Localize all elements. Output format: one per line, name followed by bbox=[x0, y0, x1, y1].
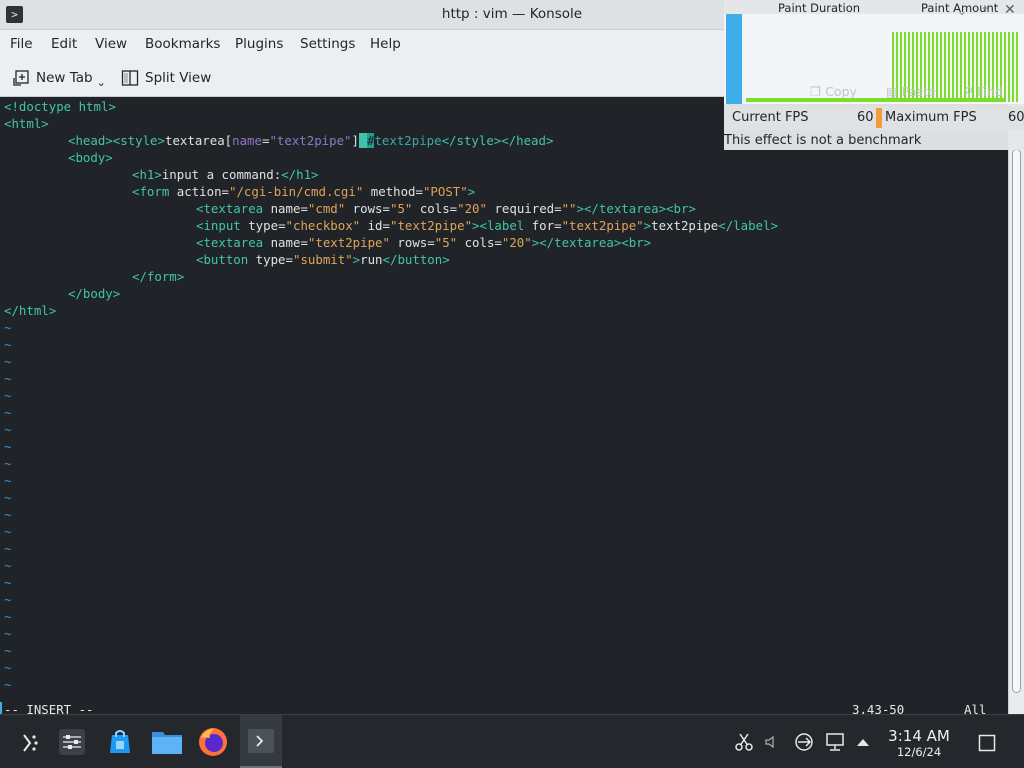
code-line-7: <textarea name="cmd" rows="5" cols="20" … bbox=[196, 201, 696, 216]
empty-line-tilde: ~ bbox=[4, 592, 12, 607]
terminal-scrollbar[interactable] bbox=[1008, 97, 1024, 714]
vim-scroll-indicator: All bbox=[964, 702, 987, 714]
empty-line-tilde: ~ bbox=[4, 575, 12, 590]
empty-line-tilde: ~ bbox=[4, 507, 12, 522]
volume-icon[interactable] bbox=[764, 736, 776, 748]
empty-line-tilde: ~ bbox=[4, 456, 12, 471]
firefox-icon[interactable] bbox=[197, 726, 229, 758]
empty-line-tilde: ~ bbox=[4, 490, 12, 505]
clock-date[interactable]: 12/6/24 bbox=[884, 745, 954, 759]
terminal-icon bbox=[248, 729, 274, 753]
show-hidden-icons-arrow[interactable] bbox=[856, 737, 870, 747]
fps-row: Current FPS 60 Maximum FPS 60 bbox=[724, 106, 1024, 130]
code-line-4: <body> bbox=[68, 150, 113, 165]
menu-edit[interactable]: Edit bbox=[51, 36, 77, 52]
vim-mode-indicator: -- INSERT -- bbox=[4, 702, 94, 714]
system-settings-icon[interactable] bbox=[58, 728, 86, 756]
code-line-3: <head><style>textarea[name="text2pipe"] #… bbox=[68, 133, 554, 148]
copy-icon: ❐ bbox=[810, 84, 822, 99]
current-fps-label: Current FPS bbox=[732, 110, 809, 125]
code-line-2: <html> bbox=[4, 116, 49, 131]
clock-time[interactable]: 3:14 AM bbox=[884, 727, 954, 745]
empty-line-tilde: ~ bbox=[4, 422, 12, 437]
search-icon: ⚲ bbox=[964, 84, 974, 99]
paste-toolbar-button[interactable]: ▤ Paste bbox=[886, 84, 936, 99]
menu-settings[interactable]: Settings bbox=[300, 36, 355, 52]
application-launcher-icon[interactable] bbox=[18, 731, 42, 755]
menu-plugins[interactable]: Plugins bbox=[235, 36, 283, 52]
code-line-8: <input type="checkbox" id="text2pipe"><l… bbox=[196, 218, 778, 233]
show-desktop-icon[interactable] bbox=[978, 734, 996, 752]
benchmark-note: This effect is not a benchmark bbox=[724, 133, 922, 148]
max-fps-label: Maximum FPS bbox=[885, 110, 977, 125]
split-view-icon bbox=[121, 70, 139, 86]
vim-cursor-position: 3,43-50 bbox=[852, 702, 905, 714]
konsole-taskbar-entry[interactable] bbox=[240, 715, 282, 768]
code-line-9: <textarea name="text2pipe" rows="5" cols… bbox=[196, 235, 652, 250]
text-cursor bbox=[358, 133, 367, 148]
empty-line-tilde: ~ bbox=[4, 405, 12, 420]
terminal-view[interactable]: <!doctype html> <html> <head><style>text… bbox=[0, 97, 1008, 714]
network-icon[interactable] bbox=[794, 732, 814, 752]
fps-marker bbox=[876, 108, 882, 128]
code-line-11: </form> bbox=[132, 269, 185, 284]
empty-line-tilde: ~ bbox=[4, 541, 12, 556]
split-view-label: Split View bbox=[145, 70, 212, 86]
close-icon[interactable]: ✕ bbox=[1004, 2, 1016, 18]
code-line-1: <!doctype html> bbox=[4, 99, 116, 114]
empty-line-tilde: ~ bbox=[4, 660, 12, 675]
new-tab-icon bbox=[13, 70, 29, 86]
paint-duration-label: Paint Duration bbox=[778, 1, 861, 15]
current-fps-value: 60 bbox=[857, 110, 874, 125]
menu-view[interactable]: View bbox=[95, 36, 127, 52]
empty-line-tilde: ~ bbox=[4, 558, 12, 573]
empty-line-tilde: ~ bbox=[4, 388, 12, 403]
max-fps-value: 60 bbox=[1008, 110, 1024, 125]
code-line-13: </html> bbox=[4, 303, 57, 318]
scrollbar-thumb[interactable] bbox=[1012, 149, 1021, 693]
menu-bookmarks[interactable]: Bookmarks bbox=[145, 36, 220, 52]
paste-icon: ▤ bbox=[886, 84, 898, 99]
empty-line-tilde: ~ bbox=[4, 626, 12, 641]
clipboard-scissors-icon[interactable] bbox=[735, 733, 753, 751]
new-tab-label: New Tab bbox=[36, 70, 93, 86]
menu-help[interactable]: Help bbox=[370, 36, 401, 52]
empty-line-tilde: ~ bbox=[4, 609, 12, 624]
code-line-6: <form action="/cgi-bin/cmd.cgi" method="… bbox=[132, 184, 476, 199]
empty-line-tilde: ~ bbox=[4, 337, 12, 352]
empty-line-tilde: ~ bbox=[4, 524, 12, 539]
chevron-down-icon[interactable]: ⌄ bbox=[97, 76, 106, 89]
code-line-10: <button type="submit">run</button> bbox=[196, 252, 450, 267]
paint-duration-bar bbox=[726, 14, 742, 104]
file-manager-icon[interactable] bbox=[151, 729, 183, 755]
code-line-12: </body> bbox=[68, 286, 121, 301]
find-toolbar-button[interactable]: ⚲ Find bbox=[964, 84, 1003, 99]
maximize-icon[interactable]: ⌃ bbox=[980, 4, 990, 18]
paint-graph: ❐ Copy ▤ Paste ⚲ Find bbox=[724, 14, 1024, 104]
code-line-5: <h1>input a command:</h1> bbox=[132, 167, 319, 182]
show-paint-overlay: ❐ Copy ▤ Paste ⚲ Find Paint Duration Pai… bbox=[724, 0, 1024, 150]
empty-line-tilde: ~ bbox=[4, 371, 12, 386]
menu-file[interactable]: File bbox=[10, 36, 33, 52]
insert-cursor bbox=[0, 702, 2, 714]
empty-line-tilde: ~ bbox=[4, 677, 12, 692]
split-view-button[interactable]: Split View bbox=[121, 67, 211, 89]
empty-line-tilde: ~ bbox=[4, 439, 12, 454]
empty-line-tilde: ~ bbox=[4, 473, 12, 488]
copy-toolbar-button[interactable]: ❐ Copy bbox=[810, 84, 857, 99]
empty-line-tilde: ~ bbox=[4, 354, 12, 369]
display-icon[interactable] bbox=[825, 732, 845, 752]
taskbar: 3:14 AM 12/6/24 bbox=[0, 714, 1024, 768]
discover-store-icon[interactable] bbox=[106, 728, 134, 756]
empty-line-tilde: ~ bbox=[4, 643, 12, 658]
new-tab-button[interactable]: New Tab ⌄ bbox=[12, 67, 106, 89]
empty-line-tilde: ~ bbox=[4, 320, 12, 335]
minimize-icon[interactable]: ⌄ bbox=[957, 4, 967, 18]
